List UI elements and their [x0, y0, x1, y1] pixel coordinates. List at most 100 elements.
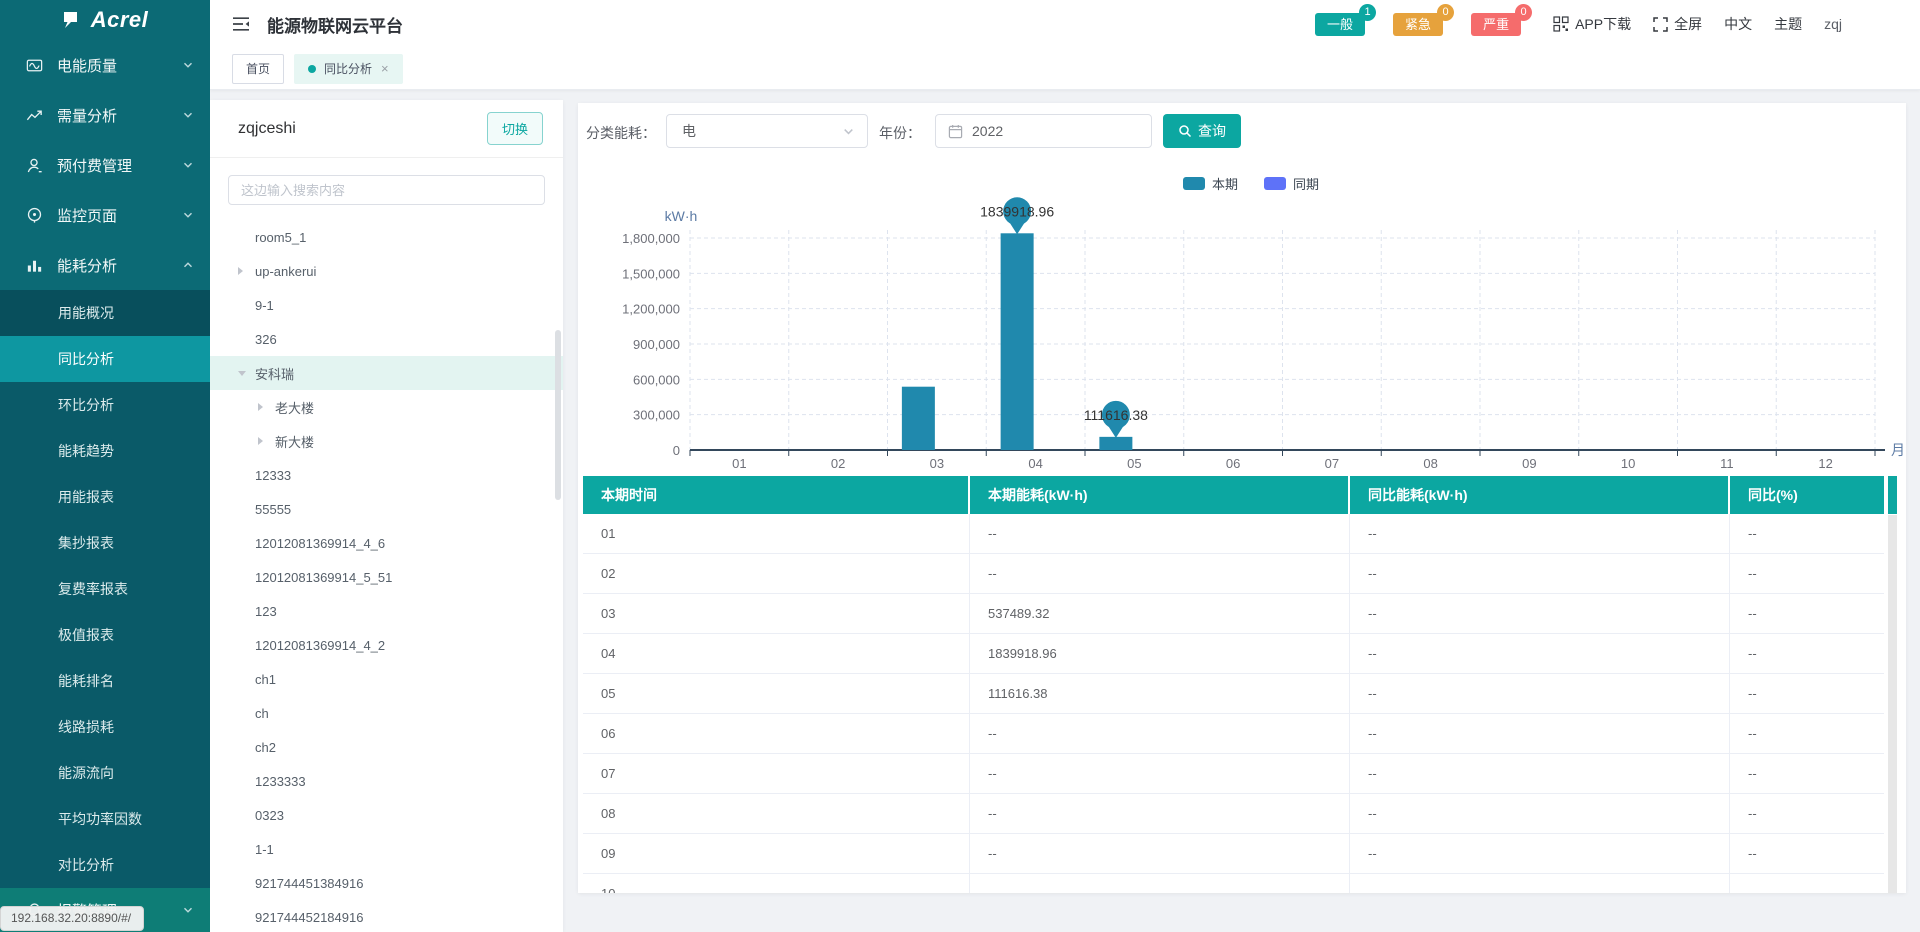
svg-text:09: 09: [1522, 456, 1536, 471]
logo-text: Acrel: [91, 7, 149, 33]
user-icon: [24, 155, 44, 175]
energy-type-select[interactable]: 电: [666, 114, 868, 148]
sidebar-item-power-quality[interactable]: 电能质量: [0, 40, 210, 90]
tree-item[interactable]: ch: [210, 696, 563, 730]
tab-home[interactable]: 首页: [232, 54, 284, 84]
device-panel-header: zqjceshi 切换: [210, 100, 563, 158]
tree-item[interactable]: 12012081369914_4_6: [210, 526, 563, 560]
chevron-down-icon: [182, 109, 194, 121]
status-url: 192.168.32.20:8890/#/: [0, 906, 144, 931]
svg-text:1,800,000: 1,800,000: [622, 231, 680, 246]
menu-fold-icon[interactable]: [232, 16, 251, 32]
chevron-down-icon: [182, 904, 194, 916]
alarm-badge-1[interactable]: 紧急0: [1393, 13, 1443, 36]
user-menu[interactable]: zqj: [1824, 16, 1842, 32]
tree-item[interactable]: 12012081369914_4_2: [210, 628, 563, 662]
table-row: 08------: [583, 794, 1884, 834]
table-row: 03537489.32----: [583, 594, 1884, 634]
table-scrollbar[interactable]: [1888, 515, 1897, 893]
sidebar-item-mom-analysis[interactable]: 环比分析: [0, 382, 210, 428]
tree-item[interactable]: 老大楼: [210, 390, 563, 424]
tree-item[interactable]: 0323: [210, 798, 563, 832]
sidebar-item-energy-flow[interactable]: 能源流向: [0, 750, 210, 796]
theme-switch[interactable]: 主题: [1774, 14, 1802, 34]
chevron-down-icon: [842, 125, 855, 138]
table-cell: --: [970, 754, 1350, 793]
fullscreen-button[interactable]: 全屏: [1653, 14, 1702, 34]
tree-item[interactable]: 新大楼: [210, 424, 563, 458]
column-header: 同比能耗(kW·h): [1350, 476, 1730, 514]
table-cell: --: [1730, 674, 1884, 713]
table-cell: --: [1730, 594, 1884, 633]
query-button[interactable]: 查询: [1163, 114, 1241, 148]
sidebar-item-energy-overview[interactable]: 用能概况: [0, 290, 210, 336]
sidebar-item-energy-analysis[interactable]: 能耗分析: [0, 240, 210, 290]
tree-item[interactable]: 安科瑞: [210, 356, 563, 390]
app-root: Acrel 电能质量需量分析预付费管理监控页面能耗分析用能概况同比分析环比分析能…: [0, 0, 1920, 932]
table-cell: --: [1730, 874, 1884, 893]
tab-yoy-analysis[interactable]: 同比分析×: [294, 54, 403, 84]
tree-item[interactable]: 12333: [210, 458, 563, 492]
alarm-badge-2[interactable]: 严重0: [1471, 13, 1521, 36]
page-title: 能源物联网云平台: [267, 12, 403, 37]
tree-item[interactable]: 1-1: [210, 832, 563, 866]
tree-item[interactable]: up-ankerui: [210, 254, 563, 288]
table-row: 09------: [583, 834, 1884, 874]
svg-text:02: 02: [831, 456, 845, 471]
table-header: 本期时间本期能耗(kW·h)同比能耗(kW·h)同比(%): [583, 476, 1884, 514]
sidebar-item-energy-report[interactable]: 用能报表: [0, 474, 210, 520]
caret-right-icon[interactable]: [238, 267, 255, 275]
sidebar-item-extreme-report[interactable]: 极值报表: [0, 612, 210, 658]
svg-text:05: 05: [1127, 456, 1141, 471]
language-switch[interactable]: 中文: [1724, 14, 1752, 34]
sidebar-item-meter-reading-report[interactable]: 集抄报表: [0, 520, 210, 566]
sidebar-item-monitor-pages[interactable]: 监控页面: [0, 190, 210, 240]
table-row: 05111616.38----: [583, 674, 1884, 714]
tree-item[interactable]: 326: [210, 322, 563, 356]
close-icon[interactable]: ×: [381, 61, 389, 76]
table-row: 07------: [583, 754, 1884, 794]
legend-item[interactable]: 同期: [1264, 174, 1319, 193]
sidebar-item-prepaid-management[interactable]: 预付费管理: [0, 140, 210, 190]
tree-item[interactable]: 9-1: [210, 288, 563, 322]
year-picker[interactable]: 2022: [935, 114, 1152, 148]
sidebar-item-comparison-analysis[interactable]: 对比分析: [0, 842, 210, 888]
tree-item[interactable]: 12012081369914_5_51: [210, 560, 563, 594]
switch-button[interactable]: 切换: [487, 112, 543, 145]
sidebar-item-energy-ranking[interactable]: 能耗排名: [0, 658, 210, 704]
svg-text:12: 12: [1818, 456, 1832, 471]
caret-right-icon[interactable]: [258, 403, 275, 411]
app-download-button[interactable]: APP下载: [1553, 14, 1631, 34]
sidebar-item-tariff-rate-report[interactable]: 复费率报表: [0, 566, 210, 612]
tree-item[interactable]: ch2: [210, 730, 563, 764]
svg-text:06: 06: [1226, 456, 1240, 471]
table-cell: --: [1730, 714, 1884, 753]
alarm-badge-0[interactable]: 一般1: [1315, 13, 1365, 36]
search-input[interactable]: [228, 175, 545, 205]
sidebar-item-yoy-analysis[interactable]: 同比分析: [0, 336, 210, 382]
caret-down-icon[interactable]: [238, 371, 255, 376]
table-row: 10------: [583, 874, 1884, 893]
tree-item[interactable]: room5_1: [210, 220, 563, 254]
monitor-icon: [24, 205, 44, 225]
sidebar-item-energy-trend[interactable]: 能耗趋势: [0, 428, 210, 474]
tree-scrollbar[interactable]: [555, 330, 561, 500]
table-cell: 04: [583, 634, 970, 673]
legend-item[interactable]: 本期: [1183, 174, 1238, 193]
tree-item[interactable]: 1233333: [210, 764, 563, 798]
tree-item[interactable]: ch1: [210, 662, 563, 696]
tree-item[interactable]: 123: [210, 594, 563, 628]
sidebar-item-line-loss[interactable]: 线路损耗: [0, 704, 210, 750]
tree-item[interactable]: 921744451384916: [210, 866, 563, 900]
table-cell: --: [1350, 874, 1730, 893]
svg-text:03: 03: [930, 456, 944, 471]
caret-right-icon[interactable]: [258, 437, 275, 445]
svg-text:10: 10: [1621, 456, 1635, 471]
tree-item[interactable]: 55555: [210, 492, 563, 526]
badge-count: 0: [1437, 4, 1454, 21]
tree-item[interactable]: 921744452184916: [210, 900, 563, 932]
sidebar-item-avg-power-factor[interactable]: 平均功率因数: [0, 796, 210, 842]
sidebar-item-demand-analysis[interactable]: 需量分析: [0, 90, 210, 140]
svg-text:1,500,000: 1,500,000: [622, 266, 680, 281]
svg-text:04: 04: [1028, 456, 1042, 471]
